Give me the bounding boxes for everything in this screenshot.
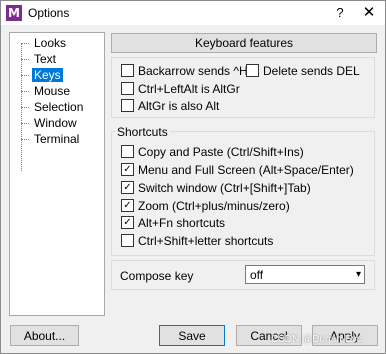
checkmark-icon: ✓ [121, 216, 134, 229]
checkbox-box [121, 64, 134, 77]
mintty-app-icon: M [6, 5, 22, 21]
tree-item-mouse[interactable]: Mouse [20, 84, 72, 99]
tree-item-window[interactable]: Window [20, 116, 79, 131]
close-icon[interactable]: ✕ [353, 1, 385, 25]
options-dialog: M Options ? ✕ Looks Text Keys Mouse Sele… [0, 0, 386, 354]
compose-key-label: Compose key [120, 269, 194, 283]
title-bar[interactable]: M Options ? ✕ [1, 1, 385, 25]
checkmark-icon: ✓ [121, 199, 134, 212]
checkbox-box [121, 145, 134, 158]
checkbox-box [121, 99, 134, 112]
category-tree: Looks Text Keys Mouse Selection Window T… [9, 32, 105, 316]
tree-item-selection[interactable]: Selection [20, 100, 85, 115]
shortcuts-group-label: Shortcuts [115, 125, 170, 139]
checkbox-box [121, 82, 134, 95]
help-icon[interactable]: ? [329, 1, 351, 25]
tree-item-terminal[interactable]: Terminal [20, 132, 81, 147]
checkbox-box [121, 234, 134, 247]
watermark: CSDN @Durian-Evc [271, 334, 362, 345]
window-title: Options [28, 6, 70, 20]
compose-key-select[interactable]: off ▾ [245, 265, 365, 284]
tree-item-keys[interactable]: Keys [20, 68, 63, 83]
checkmark-icon: ✓ [121, 181, 134, 194]
save-button[interactable]: Save [159, 325, 225, 346]
checkmark-icon: ✓ [121, 163, 134, 176]
section-header: Keyboard features [111, 33, 377, 53]
tree-item-text[interactable]: Text [20, 52, 58, 67]
checkbox-box [246, 64, 259, 77]
tree-item-looks[interactable]: Looks [20, 36, 68, 51]
about-button[interactable]: About... [10, 325, 79, 346]
chevron-down-icon: ▾ [355, 269, 361, 280]
